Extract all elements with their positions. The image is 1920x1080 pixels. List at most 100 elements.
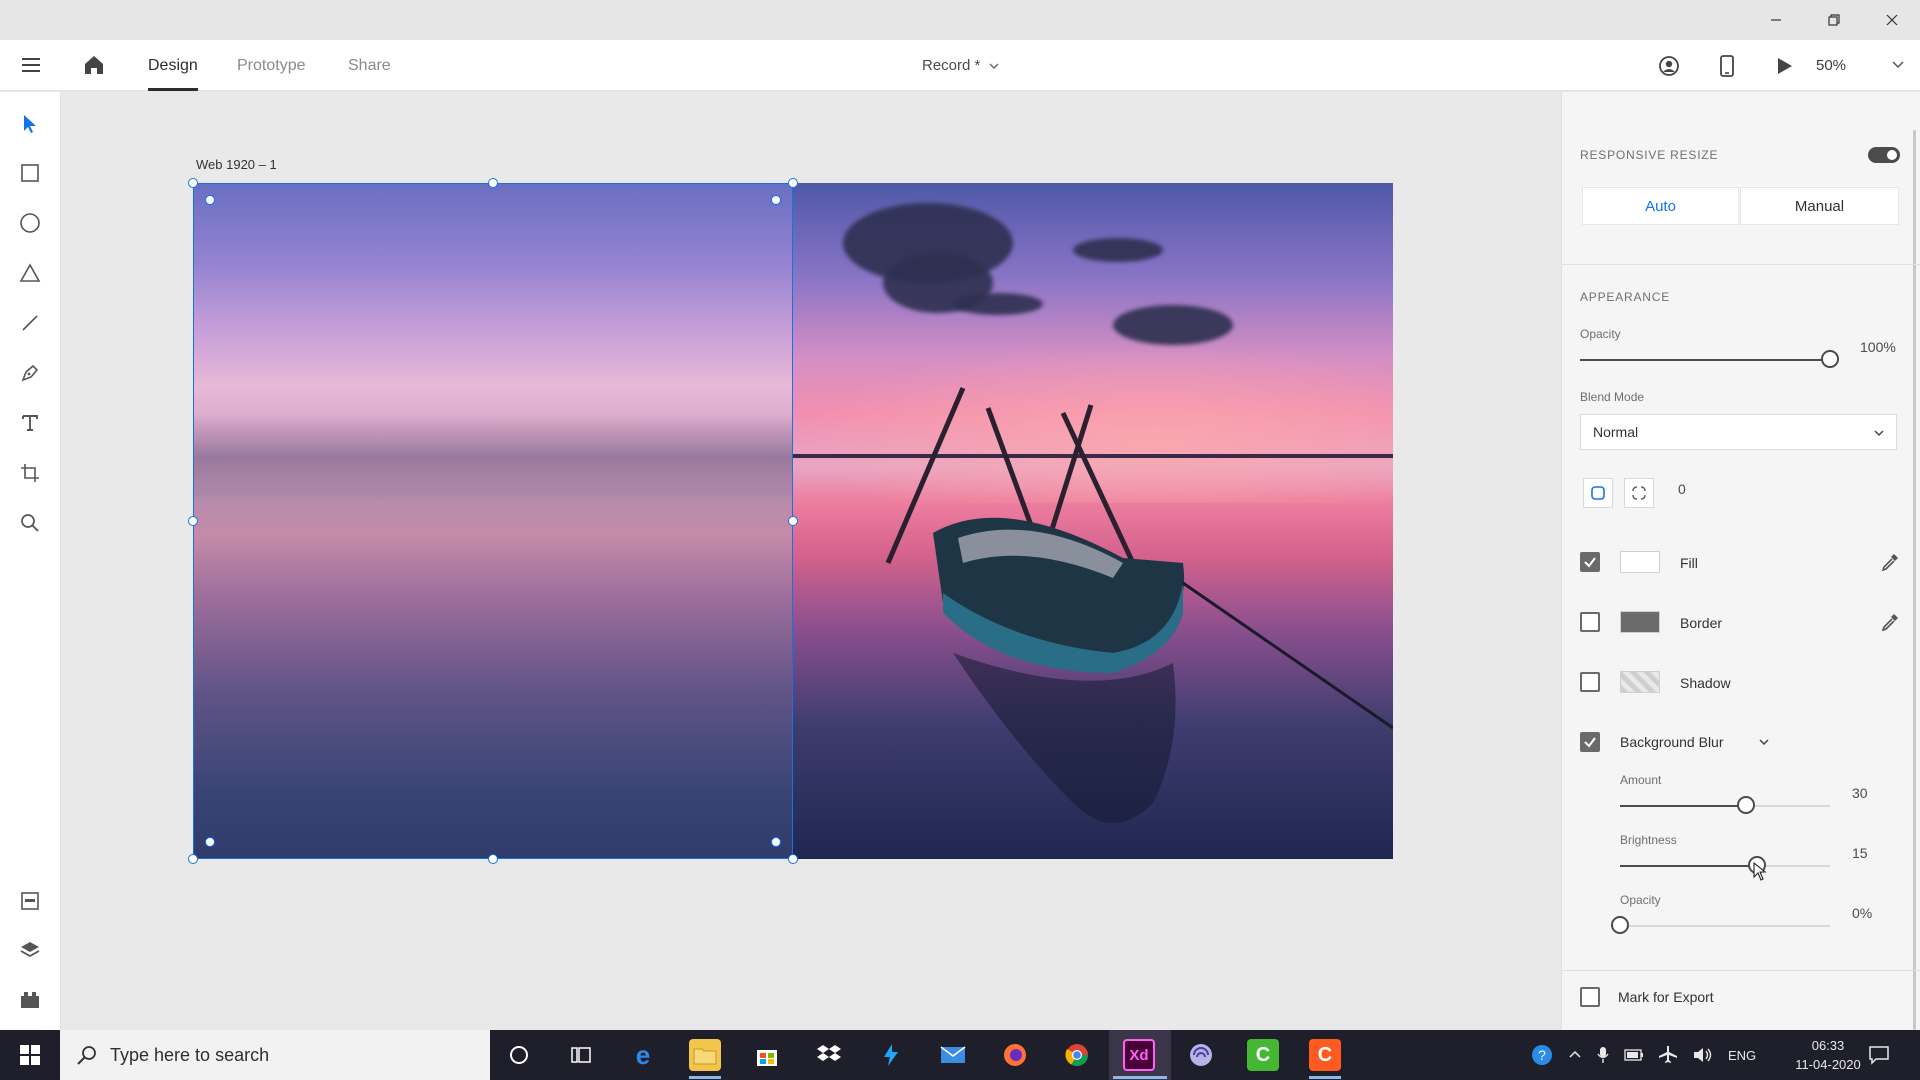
opacity-value[interactable]: 100% <box>1860 339 1896 355</box>
adobe-xd-app-icon[interactable]: Xd <box>1123 1039 1155 1071</box>
line-tool[interactable] <box>17 310 43 336</box>
resize-handle-top-right[interactable] <box>788 178 798 188</box>
resize-handle-top[interactable] <box>488 178 498 188</box>
resize-mode-manual[interactable]: Manual <box>1740 187 1899 225</box>
fill-color-swatch[interactable] <box>1620 551 1660 573</box>
input-language[interactable]: ENG <box>1728 1048 1756 1063</box>
vscode-app-icon[interactable] <box>875 1039 907 1071</box>
blend-mode-select[interactable]: Normal <box>1580 414 1897 450</box>
tab-share[interactable]: Share <box>348 40 391 91</box>
resize-mode-auto[interactable]: Auto <box>1582 187 1739 225</box>
corner-radius-handle[interactable] <box>205 195 215 205</box>
mail-app-icon[interactable] <box>937 1039 969 1071</box>
panel-scrollbar[interactable] <box>1913 130 1916 1030</box>
microphone-icon[interactable] <box>1596 1046 1610 1064</box>
taskbar-search-box[interactable]: Type here to search <box>60 1030 490 1080</box>
resize-handle-bottom-left[interactable] <box>188 854 198 864</box>
resize-handle-left[interactable] <box>188 516 198 526</box>
eyedropper-icon[interactable] <box>1880 552 1900 572</box>
firefox-app-icon[interactable] <box>999 1039 1031 1071</box>
windows-logo-icon <box>20 1045 40 1065</box>
blur-amount-value[interactable]: 30 <box>1852 785 1868 801</box>
menu-icon[interactable] <box>20 54 42 76</box>
chevron-down-icon[interactable] <box>1757 735 1771 749</box>
minimize-button[interactable] <box>1753 0 1799 40</box>
blur-brightness-value[interactable]: 15 <box>1852 845 1868 861</box>
corner-radius-handle[interactable] <box>771 837 781 847</box>
blur-opacity-value[interactable]: 0% <box>1852 905 1872 921</box>
background-blur-checkbox[interactable] <box>1580 732 1600 752</box>
camtasia-app-icon[interactable]: C <box>1247 1039 1279 1071</box>
pen-tool[interactable] <box>17 360 43 386</box>
document-title-dropdown[interactable]: Record * <box>922 40 1000 91</box>
chrome-icon <box>1065 1044 1088 1066</box>
artboard-tool[interactable] <box>17 460 43 486</box>
cortana-button[interactable] <box>503 1039 535 1071</box>
artboard-name[interactable]: Web 1920 – 1 <box>196 157 277 172</box>
recorder-app-icon[interactable]: C <box>1309 1039 1341 1071</box>
layers-panel-button[interactable] <box>17 937 43 963</box>
zoom-level[interactable]: 50% <box>1816 40 1846 91</box>
opacity-slider-thumb[interactable] <box>1821 350 1839 368</box>
dropbox-app-icon[interactable] <box>813 1039 845 1071</box>
ellipse-tool[interactable] <box>17 210 43 236</box>
rectangle-tool[interactable] <box>17 160 43 186</box>
assets-panel-button[interactable] <box>17 888 43 914</box>
cortana-icon <box>510 1046 528 1064</box>
tab-design[interactable]: Design <box>148 40 198 91</box>
share-user-button[interactable] <box>1656 53 1682 79</box>
start-button[interactable] <box>0 1030 60 1080</box>
polygon-tool[interactable] <box>17 260 43 286</box>
divider <box>1561 264 1920 265</box>
action-center-button[interactable] <box>1868 1030 1890 1080</box>
per-corner-radius-button[interactable] <box>1624 478 1654 508</box>
text-tool[interactable] <box>17 410 43 436</box>
restore-button[interactable] <box>1811 0 1857 40</box>
battery-icon[interactable] <box>1624 1049 1644 1061</box>
chevron-up-icon[interactable] <box>1568 1048 1582 1062</box>
shadow-checkbox[interactable] <box>1580 672 1600 692</box>
border-color-swatch[interactable] <box>1620 611 1660 633</box>
clock[interactable]: 06:33 11-04-2020 <box>1778 1036 1878 1074</box>
resize-handle-top-left[interactable] <box>188 178 198 188</box>
eyedropper-icon[interactable] <box>1880 612 1900 632</box>
blur-opacity-slider-thumb[interactable] <box>1611 916 1629 934</box>
device-preview-button[interactable] <box>1714 53 1740 79</box>
resize-handle-right[interactable] <box>788 516 798 526</box>
divider <box>1561 970 1920 971</box>
shadow-label: Shadow <box>1680 675 1731 691</box>
airplane-mode-icon[interactable] <box>1658 1045 1678 1065</box>
corner-radius-handle[interactable] <box>771 195 781 205</box>
store-app-icon[interactable] <box>751 1039 783 1071</box>
edge-app-icon[interactable]: e <box>627 1039 659 1071</box>
volume-icon[interactable] <box>1692 1046 1714 1064</box>
corner-radius-value[interactable]: 0 <box>1678 481 1686 497</box>
resize-handle-bottom-right[interactable] <box>788 854 798 864</box>
zoom-chevron-down-icon[interactable] <box>1890 57 1906 73</box>
mark-for-export-checkbox[interactable] <box>1580 987 1600 1007</box>
fill-checkbox[interactable] <box>1580 552 1600 572</box>
chrome-app-icon[interactable] <box>1061 1039 1093 1071</box>
magnifier-icon <box>21 514 39 532</box>
blur-opacity-slider-track[interactable] <box>1620 925 1830 927</box>
tab-prototype[interactable]: Prototype <box>237 40 305 91</box>
file-explorer-app-icon[interactable] <box>689 1039 721 1071</box>
task-view-button[interactable] <box>565 1039 597 1071</box>
shadow-color-swatch[interactable] <box>1620 671 1660 693</box>
corner-radius-handle[interactable] <box>205 837 215 847</box>
help-icon[interactable]: ? <box>1530 1043 1554 1067</box>
play-preview-button[interactable] <box>1771 53 1797 79</box>
home-icon[interactable] <box>82 53 106 77</box>
system-tray: ? ENG <box>1530 1030 1756 1080</box>
blur-amount-slider-thumb[interactable] <box>1737 796 1755 814</box>
responsive-resize-toggle[interactable] <box>1868 147 1900 163</box>
resize-handle-bottom[interactable] <box>488 854 498 864</box>
zoom-tool[interactable] <box>17 510 43 536</box>
app-header: Design Prototype Share Record * 50% <box>0 40 1920 91</box>
media-app-icon[interactable] <box>1185 1039 1217 1071</box>
uniform-radius-button[interactable] <box>1583 478 1613 508</box>
close-button[interactable] <box>1869 0 1915 40</box>
select-tool[interactable] <box>17 111 43 137</box>
border-checkbox[interactable] <box>1580 612 1600 632</box>
plugins-panel-button[interactable] <box>17 987 43 1013</box>
